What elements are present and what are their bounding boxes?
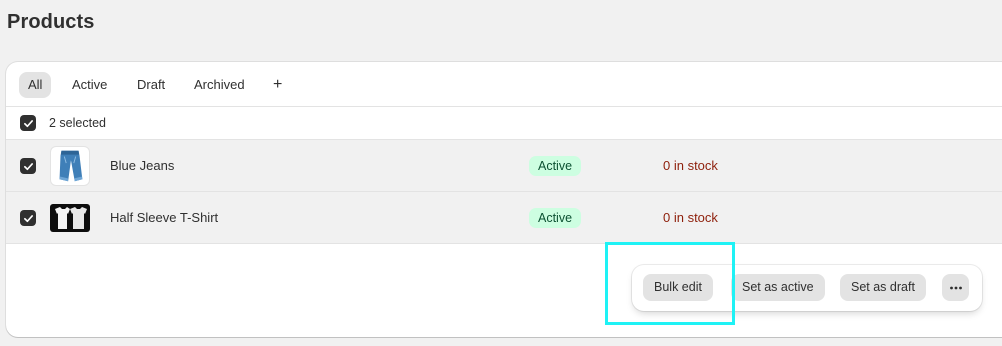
row-checkbox[interactable] — [20, 158, 36, 174]
row-checkbox[interactable] — [20, 210, 36, 226]
ellipsis-icon — [949, 286, 962, 290]
checkmark-icon — [23, 214, 33, 222]
product-thumbnail[interactable] — [50, 204, 90, 232]
set-as-active-button[interactable]: Set as active — [731, 274, 825, 301]
product-thumbnail[interactable] — [50, 146, 90, 186]
select-all-checkbox[interactable] — [20, 115, 36, 131]
page-title: Products — [7, 11, 95, 33]
jeans-icon — [59, 150, 83, 182]
tab-active[interactable]: Active — [63, 72, 116, 98]
tab-draft[interactable]: Draft — [128, 72, 174, 98]
inventory-status: 0 in stock — [663, 210, 718, 225]
filter-tabs: All Active Draft Archived + — [6, 62, 1002, 107]
product-name[interactable]: Half Sleeve T-Shirt — [110, 210, 218, 225]
add-view-button[interactable]: + — [264, 72, 291, 98]
tshirt-icon — [55, 207, 87, 229]
bulk-edit-button[interactable]: Bulk edit — [643, 274, 713, 301]
status-badge: Active — [529, 208, 582, 228]
checkmark-icon — [23, 162, 33, 170]
status-badge: Active — [529, 156, 582, 176]
table-row[interactable]: Half Sleeve T-Shirt Active 0 in stock — [6, 192, 1002, 244]
more-actions-button[interactable] — [942, 274, 969, 301]
tab-archived[interactable]: Archived — [185, 72, 254, 98]
inventory-status: 0 in stock — [663, 158, 718, 173]
tab-all[interactable]: All — [19, 72, 52, 98]
table-row[interactable]: Blue Jeans Active 0 in stock — [6, 140, 1002, 192]
checkmark-icon — [23, 119, 33, 127]
set-as-draft-button[interactable]: Set as draft — [840, 274, 926, 301]
bulk-actions-bar: Bulk edit Set as active Set as draft — [632, 265, 982, 311]
product-name[interactable]: Blue Jeans — [110, 158, 174, 173]
bulk-selection-header: 2 selected — [6, 107, 1002, 140]
selected-count: 2 selected — [49, 116, 106, 130]
